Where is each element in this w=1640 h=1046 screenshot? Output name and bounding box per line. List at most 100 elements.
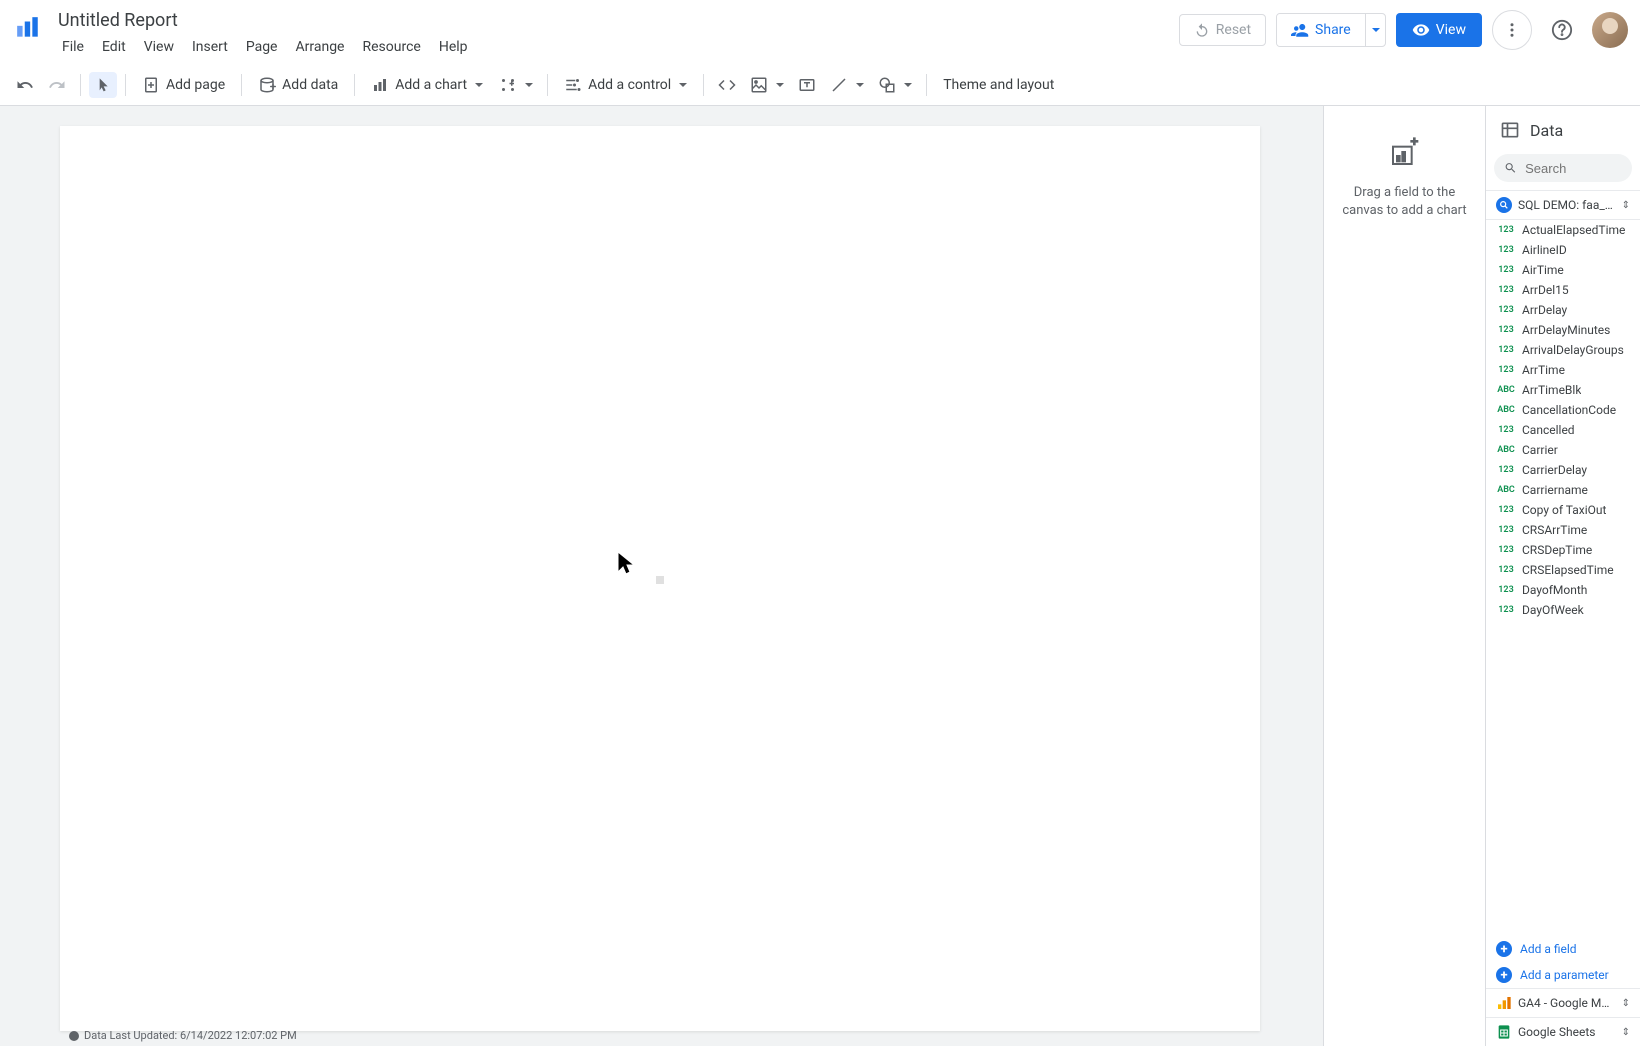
- add-chart-button[interactable]: Add a chart: [363, 71, 491, 99]
- app-logo-icon[interactable]: [10, 10, 46, 46]
- field-type-badge: 123: [1496, 345, 1516, 355]
- expand-icon: ⇕: [1622, 1027, 1630, 1038]
- field-row[interactable]: 123CRSArrTime: [1486, 520, 1640, 540]
- search-input[interactable]: [1525, 161, 1622, 176]
- search-box[interactable]: [1494, 154, 1632, 182]
- field-name: Carrier: [1522, 443, 1558, 457]
- field-row[interactable]: 123ArrDel15: [1486, 280, 1640, 300]
- menu-view[interactable]: View: [136, 35, 182, 59]
- field-name: AirTime: [1522, 263, 1564, 277]
- field-row[interactable]: 123Copy of TaxiOut: [1486, 500, 1640, 520]
- field-name: ArrivalDelayGroups: [1522, 343, 1624, 357]
- community-viz-button[interactable]: [493, 71, 539, 99]
- data-panel: Data SQL DEMO: faa_fli... ⇕ 123ActualEla…: [1485, 106, 1640, 1046]
- text-button[interactable]: [792, 71, 822, 99]
- field-name: CRSDepTime: [1522, 543, 1592, 557]
- menu-insert[interactable]: Insert: [184, 35, 236, 59]
- data-source-label: GA4 - Google Merc...: [1518, 996, 1616, 1010]
- report-canvas[interactable]: [60, 126, 1260, 1031]
- data-source-sheets[interactable]: Google Sheets ⇕: [1486, 1017, 1640, 1046]
- field-row[interactable]: ABCCancellationCode: [1486, 400, 1640, 420]
- expand-icon: ⇕: [1622, 998, 1630, 1009]
- field-row[interactable]: 123 CRSElapsedTime: [1486, 560, 1640, 580]
- field-row[interactable]: 123 CarrierDelay: [1486, 460, 1640, 480]
- redo-button[interactable]: [42, 71, 72, 99]
- reset-button[interactable]: Reset: [1179, 14, 1266, 46]
- header-actions: Reset Share View: [1179, 6, 1628, 50]
- field-name: Copy of TaxiOut: [1522, 503, 1606, 517]
- field-type-badge: 123: [1496, 305, 1516, 315]
- more-options-button[interactable]: [1492, 10, 1532, 50]
- data-source-header[interactable]: SQL DEMO: faa_fli... ⇕: [1486, 190, 1640, 220]
- menu-file[interactable]: File: [54, 35, 92, 59]
- field-row[interactable]: 123ArrDelayMinutes: [1486, 320, 1640, 340]
- menu-edit[interactable]: Edit: [94, 35, 134, 59]
- menu-arrange[interactable]: Arrange: [288, 35, 353, 59]
- undo-button[interactable]: [10, 71, 40, 99]
- shape-icon: [878, 76, 896, 94]
- add-data-button[interactable]: Add data: [250, 71, 346, 99]
- field-row[interactable]: ABCCarrier: [1486, 440, 1640, 460]
- image-button[interactable]: [744, 71, 790, 99]
- line-icon: [830, 76, 848, 94]
- add-data-label: Add data: [282, 77, 338, 93]
- field-row[interactable]: 123ArrTime: [1486, 360, 1640, 380]
- field-row[interactable]: 123ActualElapsedTime: [1486, 220, 1640, 240]
- field-row[interactable]: 123 ArrivalDelayGroups: [1486, 340, 1640, 360]
- data-icon: [1500, 120, 1520, 140]
- share-dropdown[interactable]: [1365, 14, 1385, 46]
- field-row[interactable]: 123AirTime: [1486, 260, 1640, 280]
- add-control-button[interactable]: Add a control: [556, 71, 695, 99]
- search-icon: [1504, 160, 1517, 176]
- status-bar: Data Last Updated: 6/14/2022 12:07:02 PM: [60, 1025, 305, 1046]
- canvas-scroll[interactable]: Data Last Updated: 6/14/2022 12:07:02 PM: [0, 106, 1323, 1046]
- add-page-label: Add page: [166, 77, 225, 93]
- field-row[interactable]: 123DayOfWeek: [1486, 600, 1640, 620]
- select-tool[interactable]: [89, 72, 117, 98]
- line-button[interactable]: [824, 71, 870, 99]
- code-icon: [718, 76, 736, 94]
- field-row[interactable]: 123CRSDepTime: [1486, 540, 1640, 560]
- chevron-down-icon: [1372, 28, 1380, 32]
- field-row[interactable]: 123ArrDelay: [1486, 300, 1640, 320]
- share-button[interactable]: Share: [1277, 14, 1365, 46]
- field-list[interactable]: 123ActualElapsedTime123AirlineID123AirTi…: [1486, 220, 1640, 936]
- separator: [926, 74, 927, 96]
- data-source-ga4[interactable]: GA4 - Google Merc... ⇕: [1486, 988, 1640, 1017]
- embed-button[interactable]: [712, 71, 742, 99]
- add-data-icon: [258, 76, 276, 94]
- separator: [80, 74, 81, 96]
- separator: [241, 74, 242, 96]
- field-type-badge: 123: [1496, 565, 1516, 575]
- field-row[interactable]: 123AirlineID: [1486, 240, 1640, 260]
- field-row[interactable]: 123Cancelled: [1486, 420, 1640, 440]
- header: Untitled Report File Edit View Insert Pa…: [0, 0, 1640, 64]
- menu-help[interactable]: Help: [431, 35, 476, 59]
- reset-icon: [1194, 22, 1210, 38]
- theme-button[interactable]: Theme and layout: [935, 72, 1062, 98]
- user-avatar[interactable]: [1592, 12, 1628, 48]
- field-type-badge: 123: [1496, 465, 1516, 475]
- field-row[interactable]: ABCArrTimeBlk: [1486, 380, 1640, 400]
- field-name: CarrierDelay: [1522, 463, 1587, 477]
- view-button[interactable]: View: [1396, 13, 1482, 47]
- document-title[interactable]: Untitled Report: [54, 8, 182, 33]
- add-parameter-link[interactable]: + Add a parameter: [1486, 962, 1640, 988]
- add-field-link[interactable]: + Add a field: [1486, 936, 1640, 962]
- field-row[interactable]: ABCCarriername: [1486, 480, 1640, 500]
- field-type-badge: ABC: [1496, 485, 1516, 495]
- help-button[interactable]: [1542, 10, 1582, 50]
- info-icon: [68, 1030, 80, 1042]
- main-area: Data Last Updated: 6/14/2022 12:07:02 PM…: [0, 106, 1640, 1046]
- menu-page[interactable]: Page: [238, 35, 286, 59]
- shape-button[interactable]: [872, 71, 918, 99]
- field-name: CRSElapsedTime: [1522, 563, 1614, 577]
- add-chart-label: Add a chart: [395, 77, 467, 93]
- add-page-button[interactable]: Add page: [134, 71, 233, 99]
- share-label: Share: [1315, 22, 1351, 38]
- field-row[interactable]: 123DayofMonth: [1486, 580, 1640, 600]
- bigquery-icon: [1496, 197, 1512, 213]
- menu-resource[interactable]: Resource: [354, 35, 428, 59]
- chart-hint-text: Drag a field to the canvas to add a char…: [1336, 184, 1473, 220]
- chevron-down-icon: [856, 83, 864, 87]
